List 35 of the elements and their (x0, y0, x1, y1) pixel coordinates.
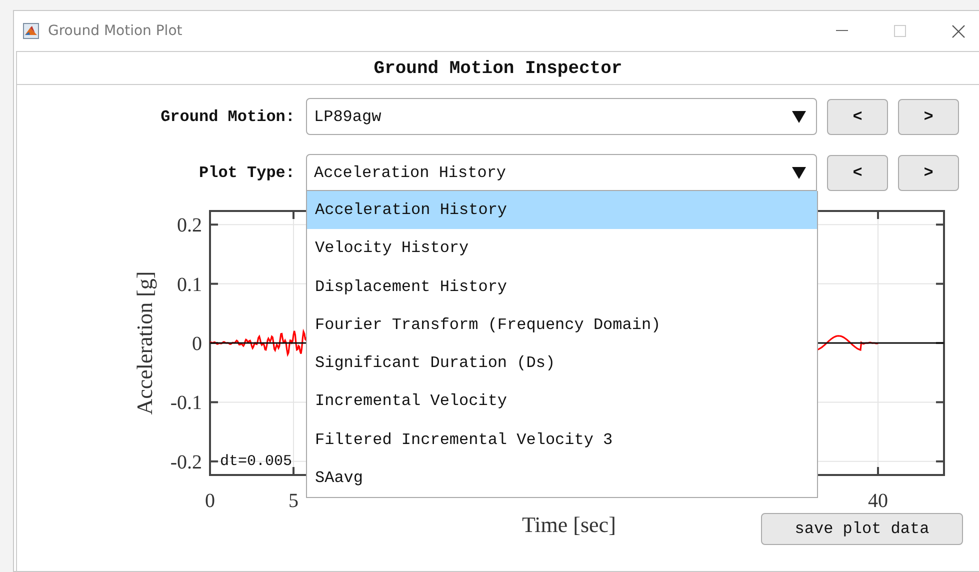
close-icon[interactable] (952, 24, 965, 38)
dropdown-option[interactable]: Fourier Transform (Frequency Domain) (307, 306, 817, 344)
y-tick-label: -0.1 (170, 392, 202, 414)
dropdown-option[interactable]: SAavg (307, 459, 817, 498)
dropdown-option[interactable]: Incremental Velocity (307, 382, 817, 421)
y-tick-label: 0.2 (177, 214, 202, 237)
panel-title: Ground Motion Inspector (17, 52, 979, 85)
dropdown-option[interactable]: Acceleration History (307, 191, 817, 230)
save-button[interactable]: save plot data (761, 513, 963, 545)
previous-button[interactable]: < (827, 154, 888, 190)
caret-icon (792, 166, 806, 178)
previous-button[interactable]: < (827, 98, 888, 134)
y-axis-label: Acceleration [g] (132, 271, 157, 415)
y-tick-label: 0.1 (177, 274, 202, 296)
field-label: Ground Motion: (160, 108, 295, 126)
window-title: Ground Motion Plot (48, 23, 182, 39)
dropdown[interactable]: Acceleration History (306, 154, 817, 191)
x-tick-label: 40 (868, 490, 888, 512)
dropdown-option[interactable]: Filtered Incremental Velocity 3 (307, 420, 817, 460)
x-tick-label: 5 (288, 490, 298, 512)
caret-icon (792, 110, 806, 122)
next-button[interactable]: > (898, 98, 959, 134)
minimize-icon[interactable] (836, 30, 848, 32)
x-axis-label: Time [sec] (522, 512, 616, 538)
next-button[interactable]: > (898, 154, 959, 190)
x-tick-label: 0 (205, 490, 215, 512)
dropdown[interactable]: LP89agw (306, 98, 817, 135)
field-label: Plot Type: (198, 164, 295, 182)
dropdown-option[interactable]: Velocity History (307, 229, 817, 268)
dropdown-option[interactable]: Displacement History (307, 268, 817, 306)
app-icon (23, 23, 39, 39)
plot-note: dt=0.005 (220, 453, 292, 470)
dropdown-option[interactable]: Significant Duration (Ds) (307, 344, 817, 382)
y-tick-label: 0 (192, 333, 202, 355)
y-tick-label: -0.2 (170, 451, 202, 474)
